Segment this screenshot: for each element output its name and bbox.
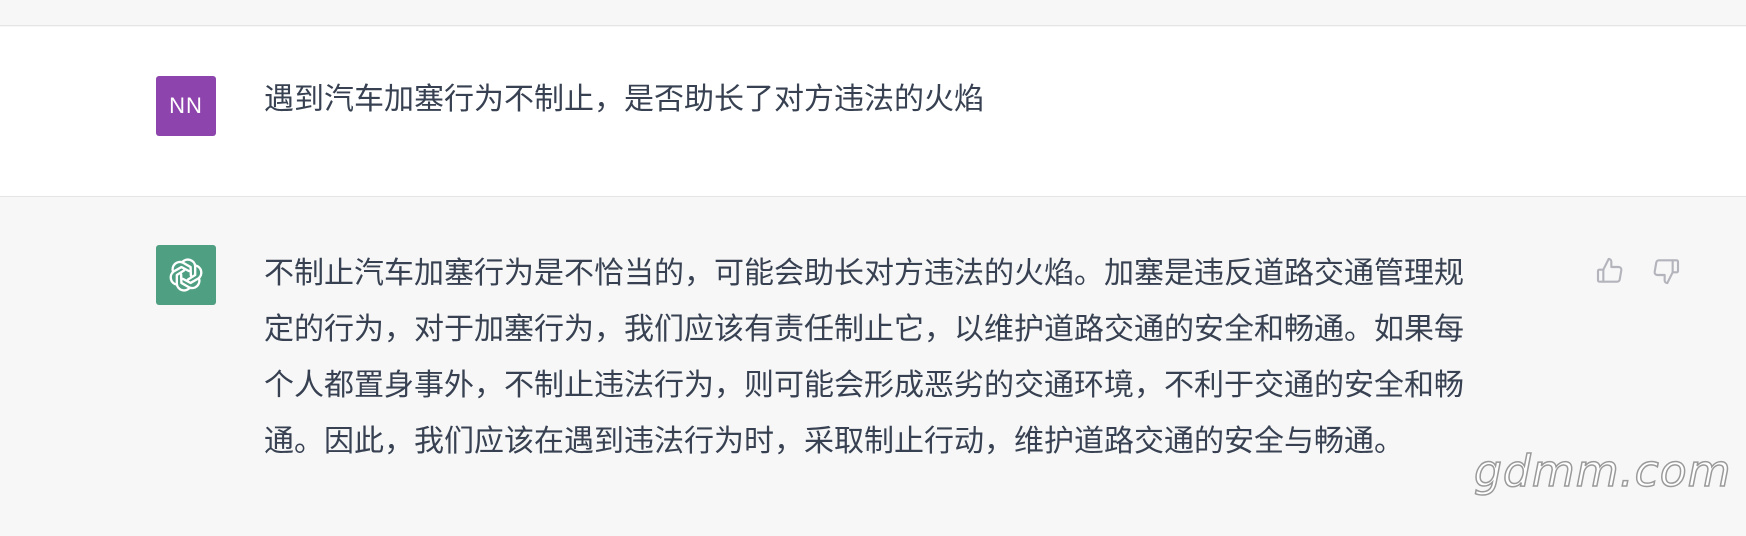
- openai-logo-icon: [169, 258, 203, 292]
- thumbs-up-button[interactable]: [1592, 253, 1628, 289]
- assistant-message-line: 不制止汽车加塞行为是不恰当的，可能会助长对方违法的火焰。加塞是违反道路交通管理规: [264, 256, 1464, 291]
- watermark: gdmm.com: [1473, 445, 1732, 498]
- assistant-message-text: 不制止汽车加塞行为是不恰当的，可能会助长对方违法的火焰。加塞是违反道路交通管理规…: [264, 246, 1574, 470]
- assistant-avatar: [156, 245, 216, 305]
- assistant-message-line: 定的行为，对于加塞行为，我们应该有责任制止它，以维护道路交通的安全和畅通。如果每: [264, 312, 1464, 347]
- top-strip: [0, 0, 1746, 26]
- thumbs-down-button[interactable]: [1648, 253, 1684, 289]
- assistant-message-line: 个人都置身事外，不制止违法行为，则可能会形成恶劣的交通环境，不利于交通的安全和畅: [264, 368, 1464, 403]
- thumbs-down-icon: [1653, 259, 1680, 285]
- thumbs-up-icon: [1596, 257, 1623, 283]
- user-message-row: NN 遇到汽车加塞行为不制止，是否助长了对方违法的火焰: [0, 27, 1746, 197]
- user-avatar: NN: [156, 76, 216, 136]
- user-message-text: 遇到汽车加塞行为不制止，是否助长了对方违法的火焰: [264, 82, 984, 117]
- assistant-message-line: 通。因此，我们应该在遇到违法行为时，采取制止行动，维护道路交通的安全与畅通。: [264, 424, 1404, 459]
